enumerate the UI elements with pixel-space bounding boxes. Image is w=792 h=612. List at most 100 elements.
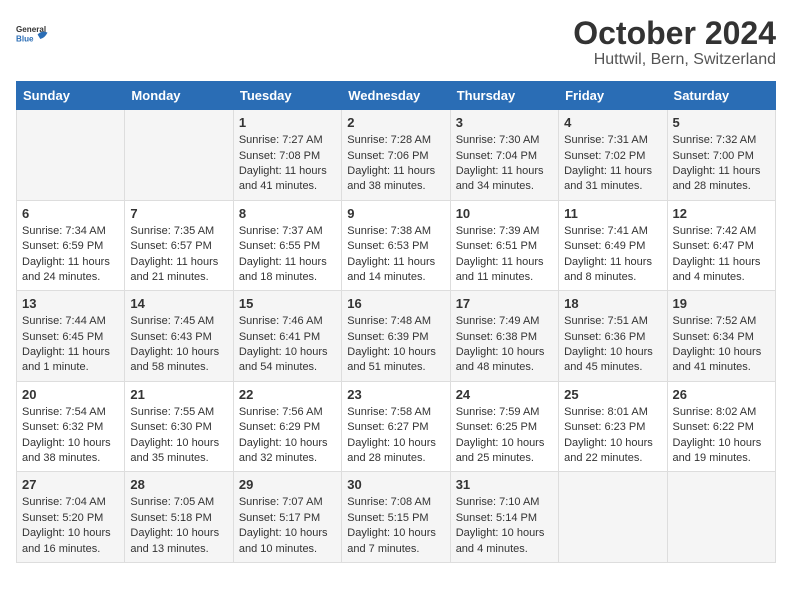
sunrise-text: Sunrise: 7:44 AM <box>22 315 106 327</box>
sunset-text: Sunset: 6:47 PM <box>673 240 754 252</box>
daylight-text: Daylight: 10 hours and 28 minutes. <box>347 437 436 464</box>
sunset-text: Sunset: 5:17 PM <box>239 512 320 524</box>
calendar-cell: 18 Sunrise: 7:51 AM Sunset: 6:36 PM Dayl… <box>559 291 667 382</box>
daylight-text: Daylight: 10 hours and 22 minutes. <box>564 437 653 464</box>
sunrise-text: Sunrise: 7:38 AM <box>347 225 431 237</box>
calendar-cell: 25 Sunrise: 8:01 AM Sunset: 6:23 PM Dayl… <box>559 381 667 472</box>
sunset-text: Sunset: 6:25 PM <box>456 421 537 433</box>
day-detail: Sunrise: 7:08 AM Sunset: 5:15 PM Dayligh… <box>347 495 444 557</box>
sunset-text: Sunset: 6:32 PM <box>22 421 103 433</box>
day-detail: Sunrise: 7:35 AM Sunset: 6:57 PM Dayligh… <box>130 224 227 286</box>
daylight-text: Daylight: 11 hours and 8 minutes. <box>564 256 652 283</box>
day-number: 11 <box>564 206 661 221</box>
calendar-table: SundayMondayTuesdayWednesdayThursdayFrid… <box>16 81 776 563</box>
sunset-text: Sunset: 7:06 PM <box>347 150 428 162</box>
day-detail: Sunrise: 7:44 AM Sunset: 6:45 PM Dayligh… <box>22 314 119 376</box>
day-number: 12 <box>673 206 770 221</box>
daylight-text: Daylight: 11 hours and 34 minutes. <box>456 165 544 192</box>
sunrise-text: Sunrise: 7:54 AM <box>22 406 106 418</box>
title-block: October 2024 Huttwil, Bern, Switzerland <box>573 16 776 69</box>
calendar-cell: 15 Sunrise: 7:46 AM Sunset: 6:41 PM Dayl… <box>233 291 341 382</box>
day-number: 14 <box>130 296 227 311</box>
day-number: 10 <box>456 206 553 221</box>
sunset-text: Sunset: 6:53 PM <box>347 240 428 252</box>
calendar-cell: 10 Sunrise: 7:39 AM Sunset: 6:51 PM Dayl… <box>450 200 558 291</box>
day-detail: Sunrise: 7:52 AM Sunset: 6:34 PM Dayligh… <box>673 314 770 376</box>
calendar-cell: 24 Sunrise: 7:59 AM Sunset: 6:25 PM Dayl… <box>450 381 558 472</box>
day-detail: Sunrise: 8:02 AM Sunset: 6:22 PM Dayligh… <box>673 405 770 467</box>
day-number: 20 <box>22 387 119 402</box>
calendar-week-row: 1 Sunrise: 7:27 AM Sunset: 7:08 PM Dayli… <box>17 110 776 201</box>
sunset-text: Sunset: 6:29 PM <box>239 421 320 433</box>
day-number: 29 <box>239 477 336 492</box>
calendar-cell: 5 Sunrise: 7:32 AM Sunset: 7:00 PM Dayli… <box>667 110 775 201</box>
sunset-text: Sunset: 5:20 PM <box>22 512 103 524</box>
daylight-text: Daylight: 10 hours and 16 minutes. <box>22 527 111 554</box>
sunrise-text: Sunrise: 7:30 AM <box>456 134 540 146</box>
day-detail: Sunrise: 7:41 AM Sunset: 6:49 PM Dayligh… <box>564 224 661 286</box>
day-number: 30 <box>347 477 444 492</box>
day-detail: Sunrise: 7:30 AM Sunset: 7:04 PM Dayligh… <box>456 133 553 195</box>
calendar-cell: 12 Sunrise: 7:42 AM Sunset: 6:47 PM Dayl… <box>667 200 775 291</box>
day-number: 6 <box>22 206 119 221</box>
sunset-text: Sunset: 6:22 PM <box>673 421 754 433</box>
calendar-cell: 1 Sunrise: 7:27 AM Sunset: 7:08 PM Dayli… <box>233 110 341 201</box>
sunset-text: Sunset: 6:45 PM <box>22 331 103 343</box>
daylight-text: Daylight: 11 hours and 28 minutes. <box>673 165 761 192</box>
daylight-text: Daylight: 10 hours and 38 minutes. <box>22 437 111 464</box>
day-number: 8 <box>239 206 336 221</box>
calendar-day-header: Friday <box>559 82 667 110</box>
sunrise-text: Sunrise: 7:34 AM <box>22 225 106 237</box>
daylight-text: Daylight: 11 hours and 14 minutes. <box>347 256 435 283</box>
calendar-cell: 27 Sunrise: 7:04 AM Sunset: 5:20 PM Dayl… <box>17 472 125 563</box>
calendar-day-header: Sunday <box>17 82 125 110</box>
day-detail: Sunrise: 7:56 AM Sunset: 6:29 PM Dayligh… <box>239 405 336 467</box>
calendar-cell: 7 Sunrise: 7:35 AM Sunset: 6:57 PM Dayli… <box>125 200 233 291</box>
day-detail: Sunrise: 7:34 AM Sunset: 6:59 PM Dayligh… <box>22 224 119 286</box>
calendar-cell: 20 Sunrise: 7:54 AM Sunset: 6:32 PM Dayl… <box>17 381 125 472</box>
daylight-text: Daylight: 10 hours and 51 minutes. <box>347 346 436 373</box>
daylight-text: Daylight: 11 hours and 38 minutes. <box>347 165 435 192</box>
day-detail: Sunrise: 7:07 AM Sunset: 5:17 PM Dayligh… <box>239 495 336 557</box>
day-number: 27 <box>22 477 119 492</box>
day-number: 2 <box>347 115 444 130</box>
sunset-text: Sunset: 6:38 PM <box>456 331 537 343</box>
daylight-text: Daylight: 10 hours and 10 minutes. <box>239 527 328 554</box>
calendar-week-row: 27 Sunrise: 7:04 AM Sunset: 5:20 PM Dayl… <box>17 472 776 563</box>
calendar-cell: 30 Sunrise: 7:08 AM Sunset: 5:15 PM Dayl… <box>342 472 450 563</box>
day-number: 22 <box>239 387 336 402</box>
day-detail: Sunrise: 7:49 AM Sunset: 6:38 PM Dayligh… <box>456 314 553 376</box>
sunrise-text: Sunrise: 7:37 AM <box>239 225 323 237</box>
day-number: 31 <box>456 477 553 492</box>
sunset-text: Sunset: 6:27 PM <box>347 421 428 433</box>
calendar-week-row: 20 Sunrise: 7:54 AM Sunset: 6:32 PM Dayl… <box>17 381 776 472</box>
page-subtitle: Huttwil, Bern, Switzerland <box>573 51 776 69</box>
calendar-body: 1 Sunrise: 7:27 AM Sunset: 7:08 PM Dayli… <box>17 110 776 563</box>
day-detail: Sunrise: 8:01 AM Sunset: 6:23 PM Dayligh… <box>564 405 661 467</box>
day-number: 15 <box>239 296 336 311</box>
day-number: 3 <box>456 115 553 130</box>
sunset-text: Sunset: 7:04 PM <box>456 150 537 162</box>
day-detail: Sunrise: 7:55 AM Sunset: 6:30 PM Dayligh… <box>130 405 227 467</box>
day-detail: Sunrise: 7:58 AM Sunset: 6:27 PM Dayligh… <box>347 405 444 467</box>
sunrise-text: Sunrise: 7:39 AM <box>456 225 540 237</box>
sunset-text: Sunset: 6:34 PM <box>673 331 754 343</box>
sunset-text: Sunset: 6:57 PM <box>130 240 211 252</box>
daylight-text: Daylight: 10 hours and 58 minutes. <box>130 346 219 373</box>
logo: General Blue <box>16 16 52 52</box>
sunrise-text: Sunrise: 7:58 AM <box>347 406 431 418</box>
calendar-cell <box>559 472 667 563</box>
daylight-text: Daylight: 11 hours and 4 minutes. <box>673 256 761 283</box>
sunset-text: Sunset: 6:23 PM <box>564 421 645 433</box>
calendar-cell: 29 Sunrise: 7:07 AM Sunset: 5:17 PM Dayl… <box>233 472 341 563</box>
calendar-cell: 21 Sunrise: 7:55 AM Sunset: 6:30 PM Dayl… <box>125 381 233 472</box>
calendar-week-row: 13 Sunrise: 7:44 AM Sunset: 6:45 PM Dayl… <box>17 291 776 382</box>
daylight-text: Daylight: 10 hours and 4 minutes. <box>456 527 545 554</box>
daylight-text: Daylight: 10 hours and 19 minutes. <box>673 437 762 464</box>
calendar-cell: 26 Sunrise: 8:02 AM Sunset: 6:22 PM Dayl… <box>667 381 775 472</box>
calendar-cell: 4 Sunrise: 7:31 AM Sunset: 7:02 PM Dayli… <box>559 110 667 201</box>
sunrise-text: Sunrise: 7:52 AM <box>673 315 757 327</box>
sunrise-text: Sunrise: 7:45 AM <box>130 315 214 327</box>
page-title: October 2024 <box>573 16 776 51</box>
day-detail: Sunrise: 7:51 AM Sunset: 6:36 PM Dayligh… <box>564 314 661 376</box>
